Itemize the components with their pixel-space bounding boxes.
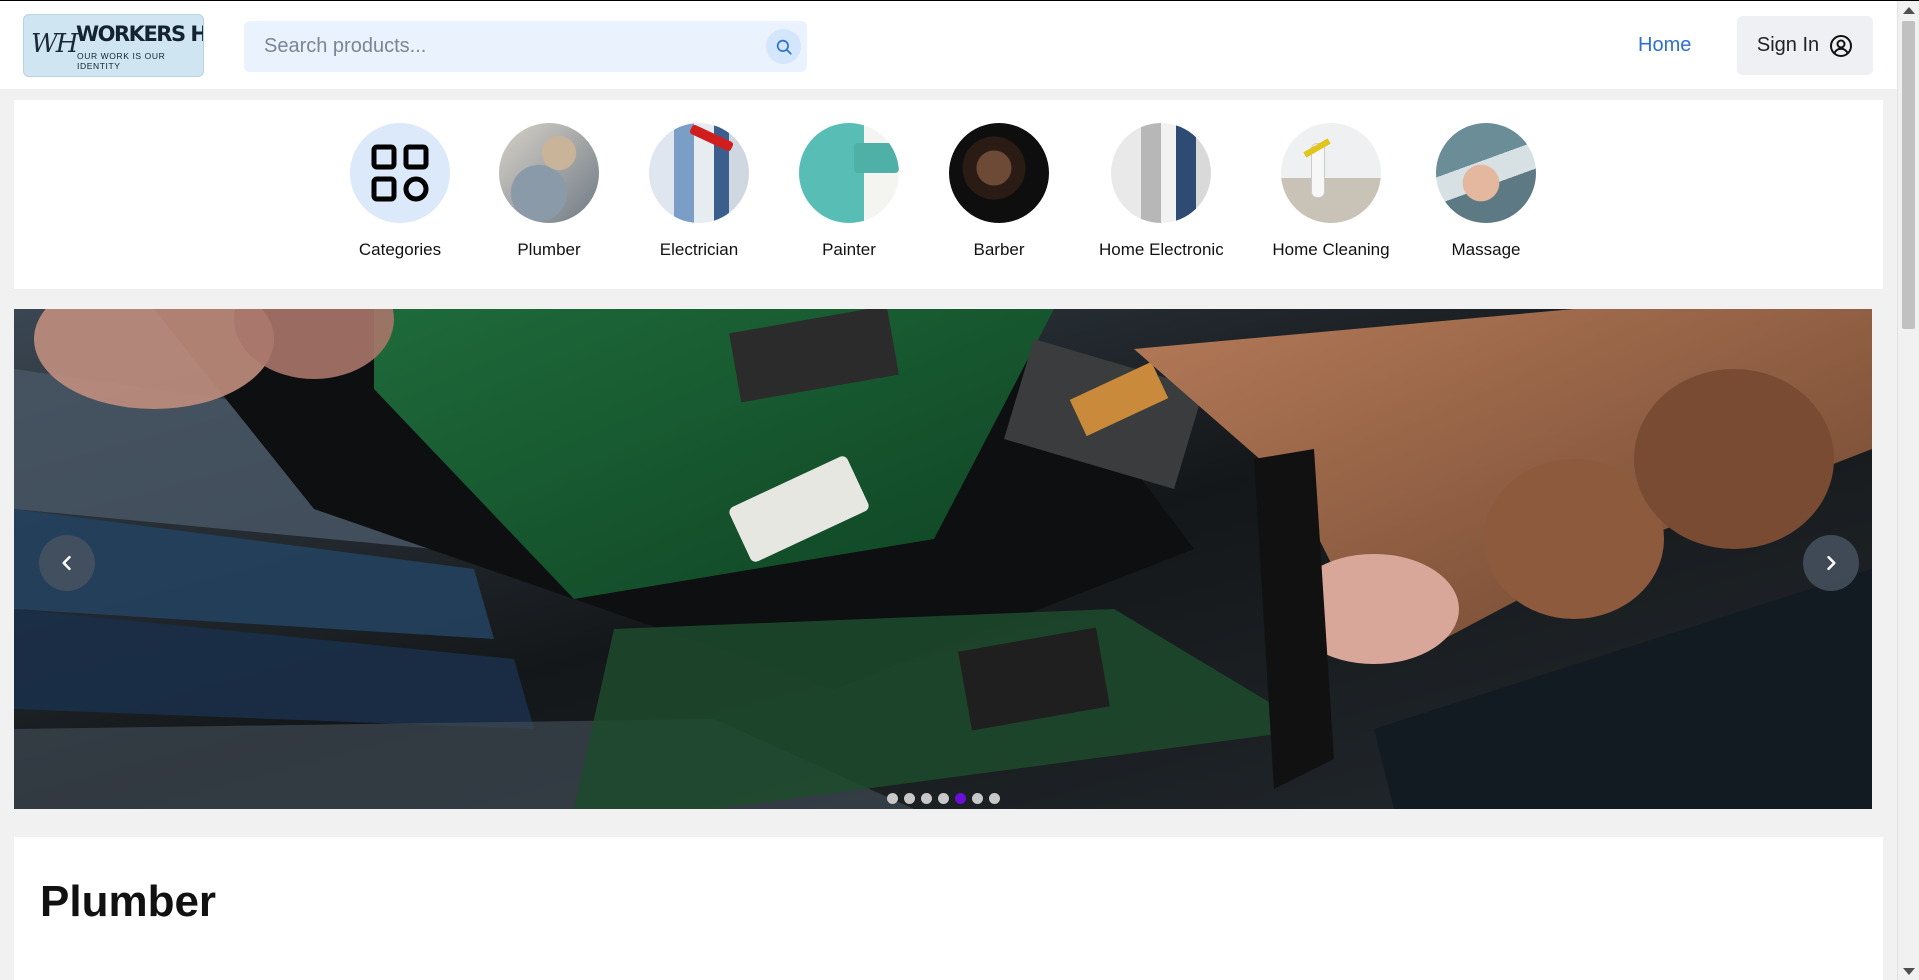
plumber-section: Plumber	[14, 837, 1883, 980]
top-header: WH WORKERS HIVE OUR WORK IS OUR IDENTITY…	[0, 1, 1897, 89]
section-title: Plumber	[40, 877, 217, 926]
user-circle-icon	[1830, 34, 1853, 57]
carousel-prev-button[interactable]	[39, 535, 95, 591]
category-item-categories[interactable]: Categories	[325, 123, 475, 260]
painter-photo	[799, 123, 899, 223]
category-item-painter[interactable]: Painter	[774, 123, 924, 260]
search-button[interactable]	[766, 29, 801, 64]
nav-home-link[interactable]: Home	[1638, 34, 1691, 57]
carousel-dot[interactable]	[920, 793, 932, 804]
category-label: Massage	[1451, 240, 1521, 259]
carousel-dot[interactable]	[937, 793, 949, 804]
carousel-dot[interactable]	[954, 793, 966, 804]
category-label: Home Electronics	[1099, 240, 1223, 259]
category-item-massage[interactable]: Massage	[1411, 123, 1561, 260]
category-item-electrician[interactable]: Electrician	[624, 123, 774, 260]
category-label: Home Cleaning	[1272, 240, 1390, 259]
carousel-next-button[interactable]	[1803, 535, 1859, 591]
brand-mark: WH	[31, 29, 78, 59]
grid-icon	[350, 123, 450, 223]
sign-in-button[interactable]: Sign In	[1737, 16, 1873, 75]
search-icon	[776, 39, 792, 55]
category-label: Electrician	[659, 240, 739, 259]
brand-tagline: OUR WORK IS OUR IDENTITY	[77, 51, 166, 71]
search-bar	[244, 21, 807, 72]
plumber-photo	[499, 123, 599, 223]
carousel-slide-image	[14, 309, 1872, 809]
category-item-home-cleaning[interactable]: Home Cleaning	[1249, 123, 1413, 260]
carousel-indicators	[14, 793, 1872, 804]
chevron-right-icon	[1827, 555, 1836, 571]
brand-logo[interactable]: WH WORKERS HIVE OUR WORK IS OUR IDENTITY	[23, 14, 204, 77]
massage-photo	[1436, 123, 1536, 223]
scroll-up-arrow-icon[interactable]	[1903, 7, 1915, 14]
carousel-dot[interactable]	[886, 793, 898, 804]
scrollbar-thumb[interactable]	[1902, 21, 1915, 329]
electrician-photo	[649, 123, 749, 223]
scroll-down-arrow-icon[interactable]	[1903, 968, 1915, 975]
category-label: Plumber	[517, 240, 581, 259]
hero-carousel	[14, 309, 1872, 809]
home-cleaning-photo	[1281, 123, 1381, 223]
category-label: Categories	[358, 240, 442, 259]
category-item-barber[interactable]: Barber	[924, 123, 1074, 260]
category-strip: Categories Plumber Electrician Painter B…	[14, 100, 1883, 289]
carousel-dot[interactable]	[971, 793, 983, 804]
brand-name: WORKERS HIVE	[76, 22, 203, 46]
sign-in-label: Sign In	[1756, 34, 1820, 56]
category-label: Barber	[973, 240, 1025, 259]
chevron-left-icon	[62, 555, 71, 571]
category-item-plumber[interactable]: Plumber	[474, 123, 624, 260]
category-label: Painter	[822, 240, 876, 259]
page-scrollbar[interactable]	[1897, 1, 1919, 980]
carousel-dot[interactable]	[988, 793, 1000, 804]
search-input[interactable]	[244, 21, 754, 72]
category-item-home-electronics[interactable]: Home Electronics	[1085, 123, 1237, 260]
barber-photo	[949, 123, 1049, 223]
home-electronics-photo	[1111, 123, 1211, 223]
carousel-dot[interactable]	[903, 793, 915, 804]
